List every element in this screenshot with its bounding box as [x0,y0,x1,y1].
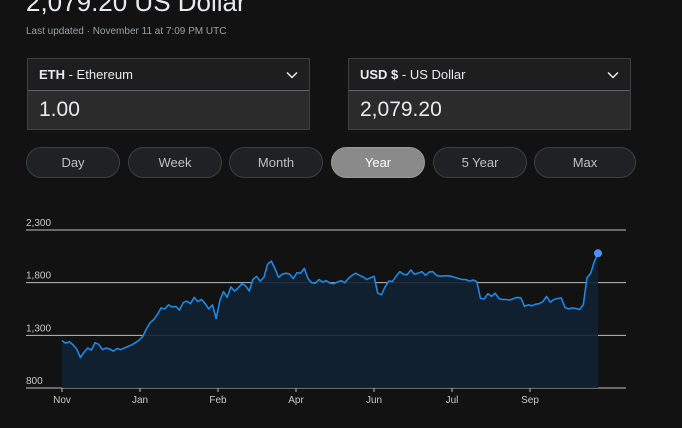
from-currency-panel: ETH - Ethereum 1.00 [27,58,310,130]
y-tick-label: 2,300 [26,218,51,229]
from-currency-code: ETH [39,67,65,82]
to-currency-panel: USD $ - US Dollar 2,079.20 [348,58,631,130]
currency-converter: 2,079.20 US Dollar Last updated · Novemb… [0,0,682,428]
from-currency-name: - Ethereum [65,67,133,82]
to-amount-input[interactable]: 2,079.20 [349,91,630,129]
price-chart: 2,300 1,800 1,300 800 Nov Jan Feb Apr Jun Jul Sep [26,218,626,406]
current-price-point [594,249,602,258]
to-currency-select[interactable]: USD $ - US Dollar [349,59,630,91]
from-amount-input[interactable]: 1.00 [28,91,309,129]
range-max-button[interactable]: Max [534,147,636,178]
y-tick-label: 1,800 [26,271,51,282]
last-updated: Last updated · November 11 at 7:09 PM UT… [26,26,227,37]
to-currency-code: USD $ [360,67,399,82]
time-range-selector: Day Week Month Year 5 Year Max [26,147,638,179]
range-5year-button[interactable]: 5 Year [433,147,527,178]
exchange-rate-headline: 2,079.20 US Dollar [26,0,246,17]
x-tick-label: Nov [53,395,71,406]
range-week-button[interactable]: Week [128,147,222,178]
chevron-down-icon [607,71,619,79]
x-tick-label: Sep [521,395,539,406]
range-year-button[interactable]: Year [331,147,425,178]
y-tick-label: 800 [26,376,43,387]
x-tick-label: Jun [366,395,382,406]
x-tick-label: Feb [209,395,227,406]
price-area [62,253,598,388]
to-currency-name: - US Dollar [398,67,466,82]
range-month-button[interactable]: Month [229,147,323,178]
from-currency-select[interactable]: ETH - Ethereum [28,59,309,91]
range-day-button[interactable]: Day [26,147,120,178]
x-tick-label: Jan [132,395,148,406]
y-tick-label: 1,300 [26,323,51,334]
chevron-down-icon [286,71,298,79]
x-tick-label: Apr [288,395,304,406]
x-tick-label: Jul [446,395,459,406]
